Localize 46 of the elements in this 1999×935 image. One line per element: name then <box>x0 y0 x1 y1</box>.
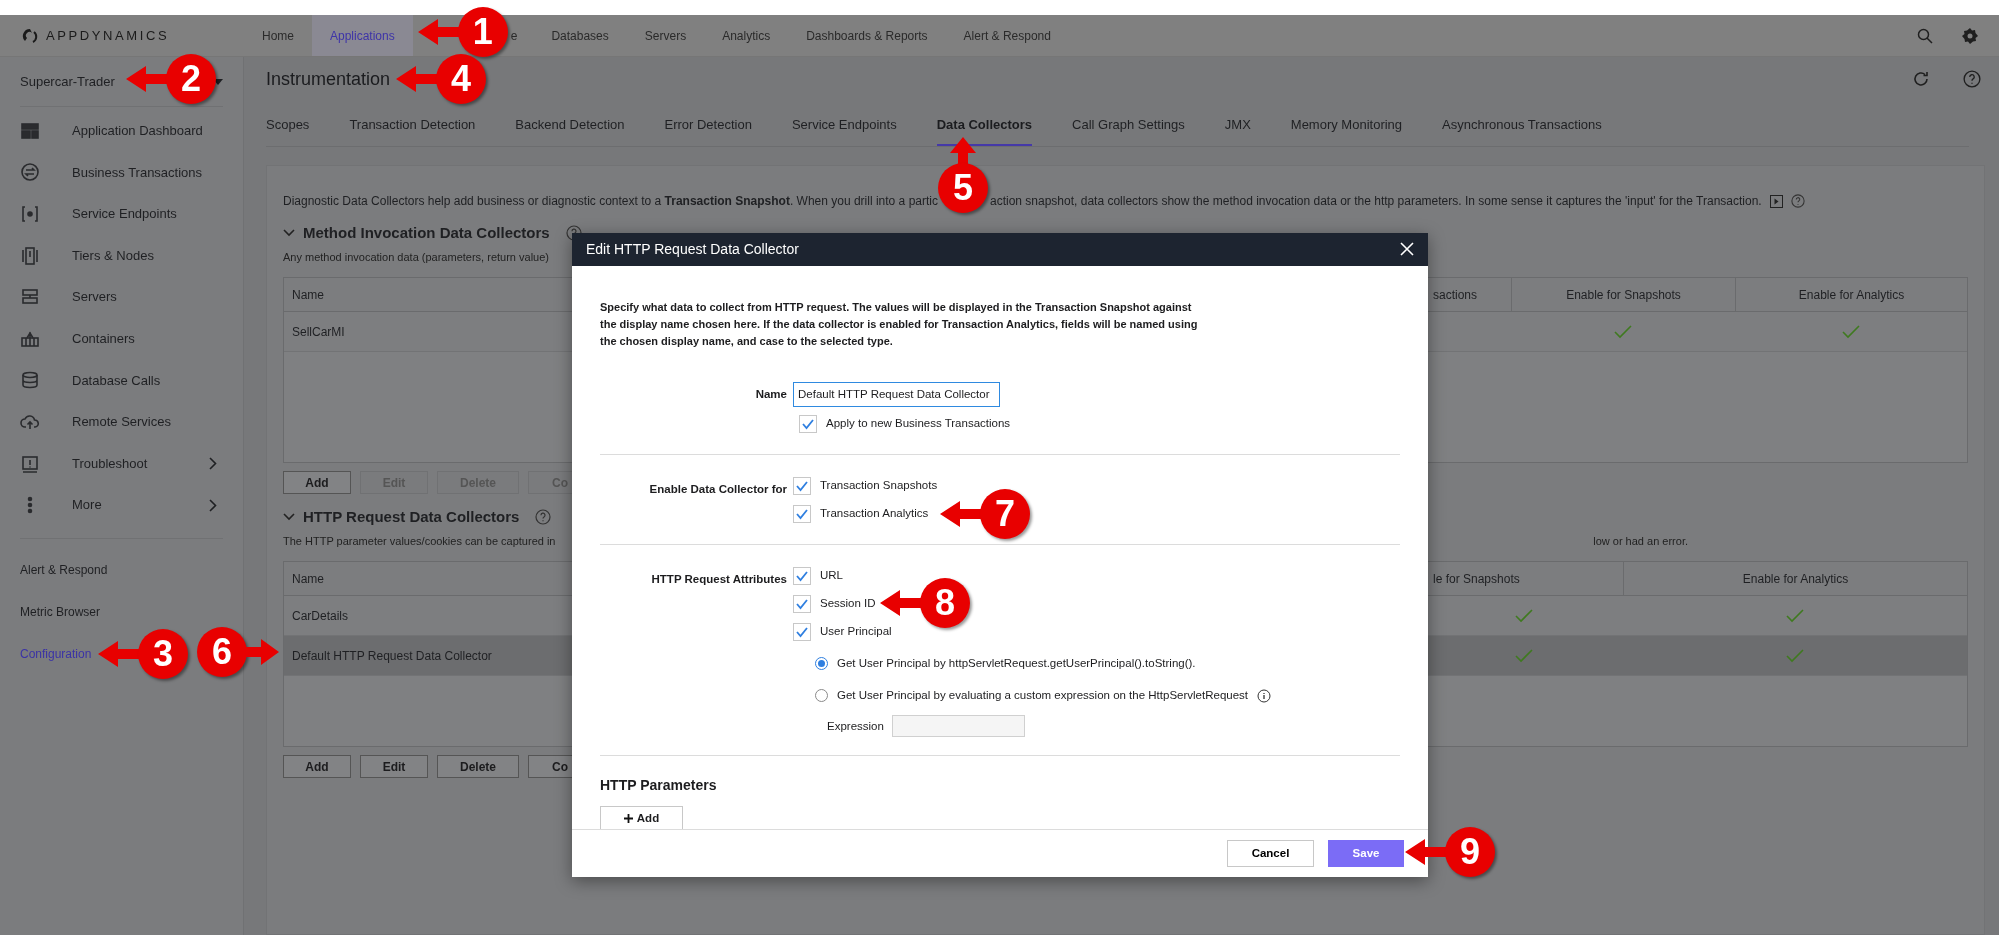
checkbox-label: URL <box>820 568 843 584</box>
dialog-description: Specify what data to collect from HTTP request. The values will be displayed in the Transaction Snapshot against the display name chosen here. If the data collector is enabled for Transaction Analytics, fields will be named using the chosen display name, and case to the selected type. <box>600 299 1199 349</box>
column-header: le for Snapshots <box>1433 570 1520 588</box>
page-title: Instrumentation <box>266 67 391 91</box>
radio-label: Get User Principal by httpServletRequest.getUserPrincipal().toString(). <box>837 655 1196 671</box>
sidebar-item-label: Application Dashboard <box>72 122 203 141</box>
sidebar-item-label: Troubleshoot <box>72 454 148 473</box>
callout-number: 1 <box>457 7 508 57</box>
table-cell-text: CarDetails <box>292 607 348 625</box>
section-description: Any method invocation data (parameters, return value) <box>283 249 549 265</box>
sidebar-item-label: Remote Services <box>72 413 171 432</box>
radio-label: Get User Principal by evaluating a custom expression on the HttpServletRequest <box>837 687 1248 703</box>
section-heading: HTTP Parameters <box>600 776 718 796</box>
intro-text: action snapshot, data collectors show the method invocation data or the http parameters. In some sense it captures the 'input' for the Transaction. <box>990 193 1762 210</box>
section-description: The HTTP parameter values/cookies can be captured in <box>283 533 556 549</box>
column-header: sactions <box>1432 286 1477 304</box>
section-description: low or had an error. <box>1593 533 1688 549</box>
field-label: Name <box>754 386 788 402</box>
table-cell-text: SellCarMI <box>292 323 345 341</box>
sidebar-item-label: Servers <box>72 288 117 307</box>
dialog-title: Edit HTTP Request Data Collector <box>586 239 799 259</box>
section-title: Method Invocation Data Collectors <box>303 223 550 243</box>
sidebar-item-label: Database Calls <box>72 371 161 390</box>
column-header: Enable for Snapshots <box>1566 286 1681 304</box>
section-title: HTTP Request Data Collectors <box>303 507 520 527</box>
sidebar-item-label: Service Endpoints <box>72 205 177 224</box>
sidebar-item-label: Tiers & Nodes <box>72 246 154 265</box>
field-label: Expression <box>827 718 884 734</box>
column-header: Name <box>292 570 324 588</box>
callout-number: 5 <box>938 163 988 213</box>
checkbox-label: User Principal <box>820 624 892 640</box>
field-label: Enable Data Collector for <box>648 481 788 497</box>
checkbox-label: Transaction Analytics <box>820 506 929 522</box>
checkbox-label: Session ID <box>820 596 876 612</box>
sidebar-item-label: More <box>72 496 102 515</box>
checkbox-label: Transaction Snapshots <box>820 478 938 494</box>
column-header: Name <box>292 286 324 304</box>
column-header: Enable for Analytics <box>1742 570 1849 588</box>
intro-text: Diagnostic Data Collectors help add business or diagnostic context to a Transaction Snapshot. When you drill into a partic <box>283 193 938 210</box>
table-cell-text: Default HTTP Request Data Collector <box>292 647 492 665</box>
sidebar-item-label: Containers <box>72 330 135 348</box>
logo-text: APPDYNAMICS <box>46 26 170 45</box>
sidebar-item-label: Business Transactions <box>72 163 203 182</box>
checkbox-label: Apply to new Business Transactions <box>826 416 1011 432</box>
column-header: Enable for Analytics <box>1798 286 1905 304</box>
field-label: HTTP Request Attributes <box>650 571 788 587</box>
